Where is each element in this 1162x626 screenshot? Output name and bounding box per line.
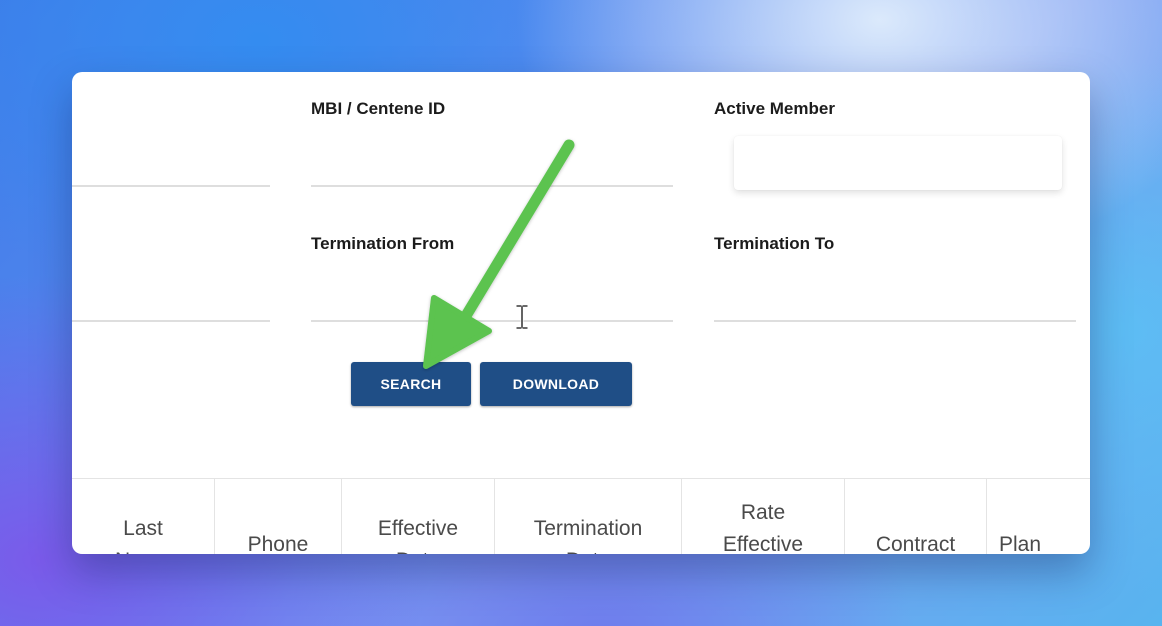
termination-from-input[interactable]	[311, 272, 673, 318]
column-header-phone-line2: Phone	[247, 533, 309, 554]
download-button[interactable]: DOWNLOAD	[480, 362, 632, 406]
termination-from-label: Termination From	[311, 234, 455, 253]
column-header-rate-effective[interactable]: Rate Effective	[682, 479, 845, 554]
partial-field-input-row1[interactable]	[72, 138, 270, 184]
results-table-header: Last Name Phone Effective Date Terminati…	[72, 478, 1090, 554]
partial-field-underline-row1	[72, 185, 270, 187]
column-header-last-name-line2: Name	[72, 545, 214, 554]
mbi-centene-id-label: MBI / Centene ID	[311, 99, 446, 118]
termination-to-label: Termination To	[714, 234, 835, 253]
column-header-rate-effective-line2: Effective	[722, 533, 804, 554]
active-member-label: Active Member	[714, 99, 835, 118]
column-header-contract-line2: Contract	[875, 533, 956, 554]
column-header-contract[interactable]: Contract	[845, 479, 987, 554]
mbi-centene-id-underline	[311, 185, 673, 187]
mbi-centene-id-input[interactable]	[311, 138, 673, 184]
column-header-effective-date-line1: Effective	[377, 517, 459, 540]
search-button[interactable]: SEARCH	[351, 362, 471, 406]
column-header-phone[interactable]: Phone	[215, 479, 342, 554]
column-header-termination-date[interactable]: Termination Date	[495, 479, 682, 554]
column-header-effective-date[interactable]: Effective Date	[342, 479, 495, 554]
column-header-rate-effective-line1: Rate	[740, 501, 786, 524]
column-header-termination-date-line1: Termination	[533, 517, 643, 540]
partial-field-underline-row2	[72, 320, 270, 322]
partial-field-input-row2[interactable]	[72, 272, 270, 318]
column-header-effective-date-line2: Date	[342, 545, 494, 554]
termination-to-input[interactable]	[714, 272, 1076, 318]
column-header-plan[interactable]: Plan	[987, 479, 1090, 554]
search-panel: MBI / Centene ID Active Member Terminati…	[72, 72, 1090, 554]
column-header-plan-line2: Plan	[999, 533, 1042, 554]
column-header-termination-date-line2: Date	[495, 545, 681, 554]
termination-to-underline	[714, 320, 1076, 322]
text-cursor-icon	[515, 304, 529, 330]
column-header-last-name-line1: Last	[123, 517, 163, 540]
active-member-select[interactable]	[734, 136, 1062, 190]
termination-from-underline	[311, 320, 673, 322]
column-header-last-name[interactable]: Last Name	[72, 479, 215, 554]
